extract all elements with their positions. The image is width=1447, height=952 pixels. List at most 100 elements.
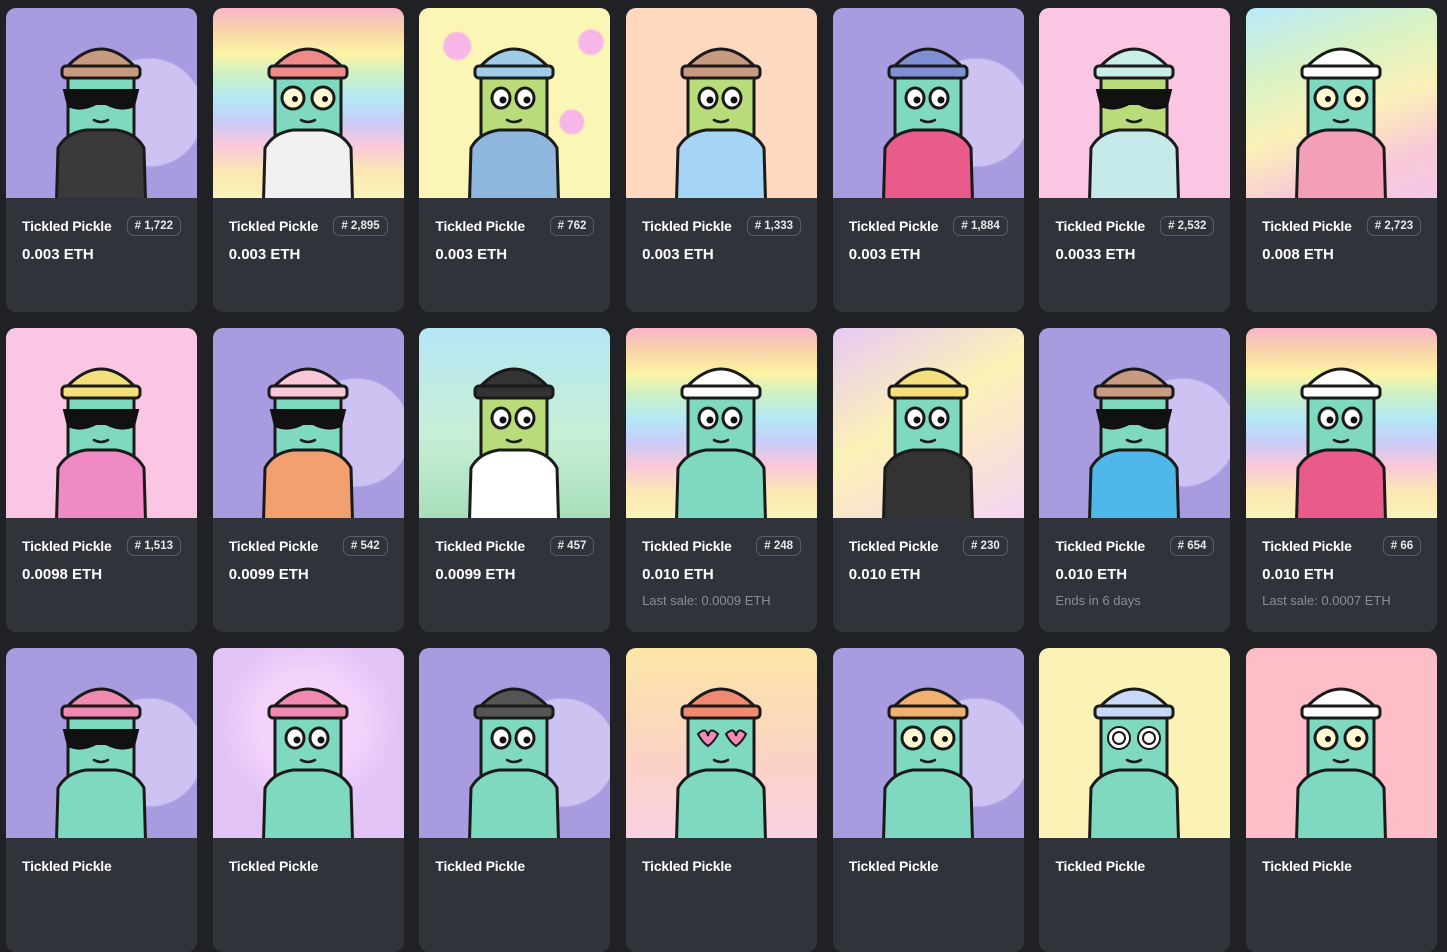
card-info: Tickled Pickle # 1,513 0.0098 ETH [6, 518, 197, 583]
card-info: Tickled Pickle [213, 838, 404, 878]
nft-image[interactable] [419, 648, 611, 838]
nft-card[interactable]: Tickled Pickle # 2,723 0.008 ETH [1246, 8, 1438, 312]
pickle-illustration [675, 47, 767, 198]
pickle-hat-band [1093, 384, 1175, 400]
nft-card[interactable]: Tickled Pickle # 1,722 0.003 ETH [6, 8, 197, 312]
pickle-hat-band [267, 704, 349, 720]
nft-image[interactable] [1246, 648, 1438, 838]
pickle-hat-band [1300, 64, 1382, 80]
token-id-badge: # 1,722 [126, 216, 181, 236]
card-info: Tickled Pickle # 2,723 0.008 ETH [1246, 198, 1437, 263]
pupil [706, 416, 714, 424]
token-id-badge: # 654 [1169, 536, 1215, 556]
nft-card[interactable]: Tickled Pickle # 2,895 0.003 ETH [212, 8, 404, 312]
nft-image[interactable] [212, 8, 404, 198]
card-info: Tickled Pickle # 2,895 0.003 ETH [213, 198, 404, 263]
pickle-hat-band [1093, 704, 1175, 720]
nft-image[interactable] [1039, 8, 1231, 198]
pickle-shirt [675, 448, 767, 518]
collection-name: Tickled Pickle [435, 858, 525, 874]
nft-card[interactable]: Tickled Pickle # 762 0.003 ETH [419, 8, 611, 312]
nft-image[interactable] [212, 328, 404, 518]
pickle-illustration [468, 367, 561, 518]
pupil [499, 96, 507, 104]
nft-card[interactable]: Tickled Pickle # 1,884 0.003 ETH [832, 8, 1024, 312]
nft-card[interactable]: Tickled Pickle [419, 648, 611, 952]
pickle-shirt [261, 128, 354, 198]
nft-card[interactable]: Tickled Pickle [6, 648, 197, 952]
pupil [1325, 96, 1332, 102]
nft-card[interactable]: Tickled Pickle [1039, 648, 1231, 952]
card-info: Tickled Pickle [626, 838, 817, 878]
pickle-shirt [468, 128, 561, 198]
nft-card[interactable]: Tickled Pickle [832, 648, 1024, 952]
collection-name: Tickled Pickle [1262, 538, 1352, 554]
nft-image[interactable] [6, 8, 197, 198]
card-info: Tickled Pickle # 542 0.0099 ETH [213, 518, 404, 583]
token-id-badge: # 457 [549, 536, 595, 556]
nft-image[interactable] [6, 648, 197, 838]
pickle-illustration [1088, 367, 1181, 518]
collection-name: Tickled Pickle [1262, 218, 1352, 234]
collection-name: Tickled Pickle [22, 538, 112, 554]
nft-card[interactable]: Tickled Pickle # 66 0.010 ETH Last sale: 0.… [1246, 328, 1438, 632]
nft-image[interactable] [832, 648, 1024, 838]
nft-image[interactable] [1246, 8, 1438, 198]
spiral-eye-icon [1137, 726, 1162, 750]
nft-card[interactable]: Tickled Pickle [1246, 648, 1438, 952]
pickle-shirt [881, 448, 974, 518]
pickle-hat-band [887, 384, 969, 400]
token-id-badge: # 248 [756, 536, 802, 556]
pickle-hat-band [1300, 384, 1382, 400]
nft-card[interactable]: Tickled Pickle # 542 0.0099 ETH [212, 328, 404, 632]
nft-image[interactable] [1039, 648, 1231, 838]
pickle-shirt [881, 128, 974, 198]
nft-image[interactable] [626, 648, 818, 838]
nft-image[interactable] [419, 328, 611, 518]
pickle-hat-band [1093, 64, 1175, 80]
nft-card[interactable]: Tickled Pickle # 230 0.010 ETH [832, 328, 1024, 632]
pickle-hat-band [680, 64, 762, 80]
card-info: Tickled Pickle # 248 0.010 ETH Last sale: 0… [626, 518, 817, 608]
nft-image[interactable] [626, 8, 818, 198]
pickle-illustration [1295, 47, 1388, 198]
price-label: 0.010 ETH [1055, 566, 1128, 583]
nft-card[interactable]: Tickled Pickle # 1,333 0.003 ETH [626, 8, 818, 312]
nft-image[interactable] [6, 328, 197, 518]
pupil [1325, 736, 1332, 742]
nft-card[interactable]: Tickled Pickle # 654 0.010 ETH Ends in 6 da… [1039, 328, 1231, 632]
nft-card[interactable]: Tickled Pickle [626, 648, 818, 952]
pickle-shirt [55, 768, 147, 838]
pickle-illustration [675, 367, 767, 518]
pickle-hat-band [473, 64, 555, 80]
nft-image[interactable] [212, 648, 404, 838]
pupil [293, 736, 301, 744]
price-label: 0.010 ETH [848, 566, 921, 583]
sale-info: Last sale: 0.0009 ETH [642, 593, 771, 608]
collection-name: Tickled Pickle [22, 858, 112, 874]
token-id-badge: # 2,723 [1366, 216, 1422, 236]
pickle-illustration [1295, 687, 1388, 838]
collection-name: Tickled Pickle [848, 218, 939, 234]
pickle-hat-band [680, 384, 762, 400]
nft-image[interactable] [1039, 328, 1231, 518]
collection-name: Tickled Pickle [642, 218, 732, 234]
nft-card[interactable]: Tickled Pickle # 2,532 0.0033 ETH [1039, 8, 1231, 312]
nft-image[interactable] [419, 8, 611, 198]
pupil [1350, 416, 1358, 424]
nft-image[interactable] [832, 8, 1024, 198]
nft-card[interactable]: Tickled Pickle # 457 0.0099 ETH [419, 328, 611, 632]
nft-image[interactable] [832, 328, 1024, 518]
nft-card[interactable]: Tickled Pickle [212, 648, 404, 952]
pupil [1355, 736, 1362, 742]
pickle-illustration [261, 687, 354, 838]
sale-info: Last sale: 0.0007 ETH [1262, 593, 1391, 608]
nft-card[interactable]: Tickled Pickle # 248 0.010 ETH Last sale: 0… [626, 328, 818, 632]
token-id-badge: # 762 [549, 216, 595, 236]
nft-image[interactable] [1246, 328, 1438, 518]
pupil [523, 416, 531, 424]
pickle-shirt [55, 448, 147, 518]
price-label: 0.0099 ETH [435, 566, 516, 583]
nft-card[interactable]: Tickled Pickle # 1,513 0.0098 ETH [6, 328, 197, 632]
nft-image[interactable] [626, 328, 818, 518]
